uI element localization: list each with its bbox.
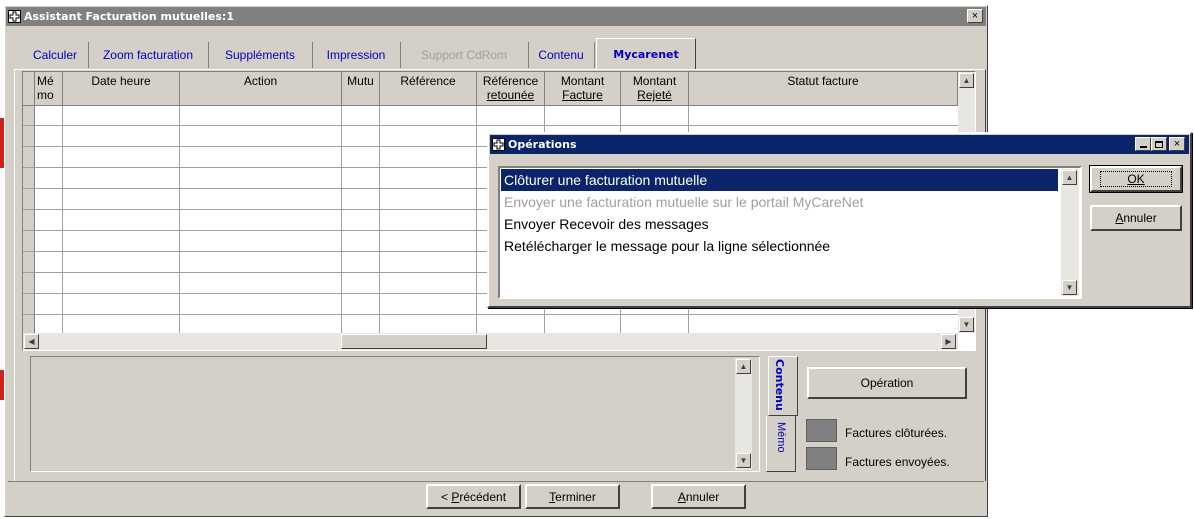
content-scroll-down-icon[interactable]: ▼ [736, 453, 751, 468]
dialog-maximize-button[interactable] [1151, 137, 1167, 151]
dialog-cancel-label: Annuler [1115, 211, 1157, 225]
dialog-app-icon [492, 138, 505, 151]
list-item-cloturer[interactable]: Clôturer une facturation mutuelle [501, 169, 1058, 191]
previous-label: < Précédent [440, 489, 507, 504]
operations-list[interactable]: Clôturer une facturation mutuelle Envoye… [498, 166, 1082, 299]
scroll-right-arrow-icon[interactable]: ▶ [941, 334, 956, 349]
close-icon: × [1173, 138, 1181, 150]
cancel-button[interactable]: Annuler [651, 484, 746, 509]
side-tab-memo[interactable]: Mémo [766, 416, 796, 472]
grid-horizontal-scrollbar[interactable]: ◀ ▶ [23, 333, 958, 350]
legend-label-cloturees: Factures clôturées. [845, 426, 948, 440]
dialog-close-button[interactable]: × [1169, 137, 1185, 151]
finish-label: Terminer [549, 489, 596, 504]
dialog-cancel-button[interactable]: Annuler [1090, 205, 1182, 231]
header-mutu[interactable]: Mutu [342, 72, 380, 106]
main-titlebar: Assistant Facturation mutuelles:1 [6, 7, 986, 26]
list-item-envoyer-recevoir[interactable]: Envoyer Recevoir des messages [501, 213, 1058, 235]
grid-col-line [476, 106, 477, 333]
tab-zoom-facturation[interactable]: Zoom facturation [88, 42, 209, 68]
tab-support-cdrom[interactable]: Support CdRom [400, 42, 529, 68]
dialog-title: Opérations [508, 138, 577, 151]
tab-mycarenet[interactable]: Mycarenet [596, 38, 696, 70]
list-scroll-up-icon[interactable]: ▲ [1062, 170, 1077, 185]
previous-button[interactable]: < Précédent [426, 484, 521, 509]
dialog-minimize-button[interactable] [1135, 137, 1151, 151]
content-scrollbar[interactable]: ▲ ▼ [735, 358, 752, 470]
header-montant-rejete[interactable]: Montant Rejeté [621, 72, 689, 106]
tab-impression[interactable]: Impression [312, 42, 401, 68]
scroll-up-arrow-icon[interactable]: ▲ [959, 73, 974, 88]
dialog-titlebar: Opérations [490, 135, 1189, 154]
header-reference[interactable]: Référence [380, 72, 477, 106]
list-scroll-down-icon[interactable]: ▼ [1062, 280, 1077, 295]
operation-button[interactable]: Opération [807, 367, 967, 399]
grid-col-line [379, 106, 380, 333]
app-icon [8, 10, 21, 23]
legend-swatch-envoyees [806, 447, 837, 470]
close-icon: × [971, 10, 979, 22]
minimize-icon [1139, 146, 1147, 148]
grid-col-line [179, 106, 180, 333]
table-row[interactable] [23, 314, 958, 315]
scroll-left-arrow-icon[interactable]: ◀ [24, 334, 39, 349]
cancel-label: Annuler [677, 489, 720, 504]
list-item-envoyer-facturation[interactable]: Envoyer une facturation mutuelle sur le … [501, 191, 1058, 213]
content-textarea[interactable] [30, 356, 760, 472]
header-memo[interactable]: Mé mo [35, 72, 63, 106]
header-date-heure[interactable]: Date heure [63, 72, 180, 106]
tab-supplements[interactable]: Suppléments [208, 42, 313, 68]
header-montant-facture[interactable]: Montant Facture [545, 72, 621, 106]
list-item-retelecharger[interactable]: Retélécharger le message pour la ligne s… [501, 235, 1058, 257]
finish-button[interactable]: Terminer [525, 484, 620, 509]
grid-header: Mé mo Date heure Action Mutu Référence Ré… [23, 72, 958, 106]
main-window-title: Assistant Facturation mutuelles:1 [24, 10, 234, 23]
ok-label: OK [1100, 171, 1172, 187]
header-statut-facture[interactable]: Statut facture [689, 72, 958, 106]
legend-label-envoyees: Factures envoyées. [845, 455, 950, 469]
operations-list-scrollbar[interactable]: ▲ ▼ [1061, 169, 1079, 296]
table-row[interactable] [23, 125, 958, 126]
scroll-down-arrow-icon[interactable]: ▼ [959, 317, 974, 332]
tab-calculer[interactable]: Calculer [22, 42, 89, 68]
grid-col-line [62, 106, 63, 333]
header-reference-retournee[interactable]: Référence retounée [477, 72, 545, 106]
main-close-button[interactable]: × [967, 9, 983, 23]
grid-col-line [341, 106, 342, 333]
row-indicator-header [23, 72, 35, 106]
tab-contenu[interactable]: Contenu [528, 42, 595, 68]
maximize-icon [1155, 140, 1163, 148]
horizontal-scroll-thumb[interactable] [341, 334, 487, 349]
dialog-ok-button[interactable]: OK [1089, 165, 1183, 193]
side-tab-contenu[interactable]: Contenu [768, 356, 798, 416]
header-action[interactable]: Action [180, 72, 342, 106]
row-indicator-column [23, 106, 35, 333]
content-scroll-up-icon[interactable]: ▲ [736, 359, 751, 374]
legend-swatch-cloturees [806, 419, 837, 442]
